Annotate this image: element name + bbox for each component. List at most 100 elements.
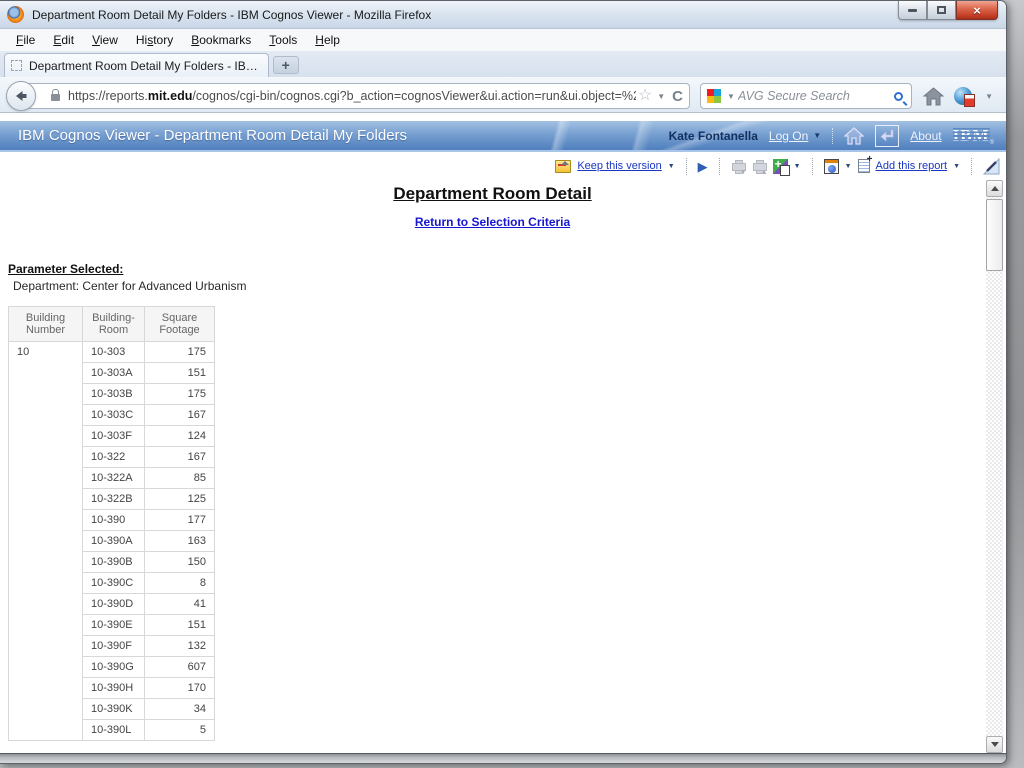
view-format-dropdown-icon[interactable]: ▼ (845, 163, 852, 170)
scroll-up-icon (990, 182, 999, 191)
square-footage-cell: 132 (144, 635, 215, 657)
menu-item-file[interactable]: File (8, 31, 43, 49)
square-footage-cell: 151 (144, 362, 215, 384)
square-footage-cell: 163 (144, 530, 215, 552)
building-room-cell: 10-390A (82, 530, 145, 552)
log-on-link[interactable]: Log On (769, 129, 808, 143)
back-button[interactable] (6, 81, 36, 111)
square-footage-cell: 177 (144, 509, 215, 531)
search-engine-dropdown-icon[interactable]: ▼ (727, 92, 735, 101)
minimize-icon (908, 8, 917, 12)
close-button[interactable]: × (956, 1, 998, 20)
lock-icon (51, 89, 60, 101)
drill-up-icon: ▲ (752, 159, 768, 176)
urlbar-dropdown-icon[interactable]: ▼ (657, 92, 665, 101)
separator (685, 157, 687, 175)
search-icon[interactable] (894, 91, 903, 101)
add-report-dropdown-icon[interactable]: ▼ (953, 163, 960, 170)
insert-content-dropdown-icon[interactable]: ▼ (794, 163, 801, 170)
favicon-placeholder-icon (11, 60, 22, 71)
drill-down-icon: ▼ (731, 159, 747, 176)
separator (718, 157, 720, 175)
keep-version-dropdown-icon[interactable]: ▼ (668, 163, 675, 170)
new-tab-button[interactable]: + (272, 56, 299, 74)
browser-window: Department Room Detail My Folders - IBM … (0, 0, 1007, 764)
avg-logo-icon (707, 89, 721, 103)
window-titlebar: Department Room Detail My Folders - IBM … (0, 1, 1006, 29)
insert-content-icon[interactable] (772, 157, 790, 176)
minimize-button[interactable] (898, 1, 927, 20)
table-header-row: Building Number Building-Room Square Foota… (8, 306, 215, 342)
parameter-value: Department: Center for Advanced Urbanism (13, 279, 247, 293)
building-room-cell: 10-390K (82, 698, 145, 720)
bookmark-star-icon[interactable]: ☆ (638, 88, 652, 104)
navigation-toolbar: https://reports.mit.edu/cognos/cgi-bin/c… (0, 77, 1006, 113)
add-report-icon (857, 154, 873, 173)
building-room-cell: 10-390L (82, 719, 145, 741)
building-room-cell: 10-390 (82, 509, 145, 531)
url-bar[interactable]: https://reports.mit.edu/cognos/cgi-bin/c… (22, 83, 690, 109)
building-number-cell: 10 (8, 341, 83, 741)
tab-label: Department Room Detail My Folders - IB… (29, 58, 258, 73)
reload-icon[interactable]: C (672, 89, 683, 104)
web-converter-icon[interactable] (954, 87, 976, 107)
window-bottom-frame (0, 753, 1006, 763)
building-room-cell: 10-390B (82, 551, 145, 573)
menu-item-view[interactable]: View (84, 31, 126, 49)
back-arrow-icon (16, 91, 27, 101)
keep-this-version-link[interactable]: Keep this version (577, 160, 661, 172)
tab-department-room-detail[interactable]: Department Room Detail My Folders - IB… (4, 53, 269, 77)
square-footage-cell: 41 (144, 593, 215, 615)
separator (832, 127, 834, 144)
cognos-toolbar: Keep this version ▼ ▶ ▼ ▲ ▼ ▼ Add this r… (0, 154, 1006, 178)
window-title: Department Room Detail My Folders - IBM … (32, 7, 432, 22)
square-footage-cell: 170 (144, 677, 215, 699)
parameter-heading: Parameter Selected: (8, 262, 124, 276)
menu-bar: File Edit View History Bookmarks Tools Help (0, 29, 1006, 51)
keep-version-icon (555, 159, 572, 173)
menu-item-edit[interactable]: Edit (45, 31, 82, 49)
menu-item-tools[interactable]: Tools (261, 31, 305, 49)
tab-bar: Department Room Detail My Folders - IB… … (0, 51, 1006, 77)
cognos-home-icon[interactable] (844, 126, 865, 145)
scroll-down-icon (990, 742, 999, 751)
cognos-header-right: Kate Fontanella Log On ▼ About IBM® (669, 121, 994, 150)
table-row: 10 10-303 175 (8, 341, 215, 741)
scrollbar-thumb[interactable] (986, 199, 1003, 271)
home-icon[interactable] (923, 86, 945, 106)
scroll-up-button[interactable] (986, 180, 1003, 197)
return-to-selection-link[interactable]: Return to Selection Criteria (415, 215, 570, 229)
separator (811, 157, 813, 175)
room-detail-table: Building Number Building-Room Square Foota… (8, 306, 215, 741)
cognos-header: IBM Cognos Viewer - Department Room Deta… (0, 121, 1006, 152)
menu-item-bookmarks[interactable]: Bookmarks (183, 31, 259, 49)
building-room-cell: 10-390E (82, 614, 145, 636)
scroll-down-button[interactable] (986, 736, 1003, 753)
menu-item-help[interactable]: Help (307, 31, 348, 49)
run-report-icon[interactable]: ▶ (698, 160, 708, 173)
analysis-icon[interactable] (983, 157, 1000, 175)
search-bar[interactable]: ▼ (700, 83, 912, 109)
report-vertical-scrollbar[interactable] (986, 180, 1003, 753)
square-footage-cell: 124 (144, 425, 215, 447)
column-header: Square Footage (144, 306, 215, 342)
building-room-cell: 10-322 (82, 446, 145, 468)
square-footage-cell: 34 (144, 698, 215, 720)
building-room-cell: 10-390H (82, 677, 145, 699)
return-arrow-icon (880, 129, 894, 142)
maximize-button[interactable] (927, 1, 956, 20)
building-room-cell: 10-322A (82, 467, 145, 489)
view-format-icon[interactable] (823, 158, 839, 174)
search-input[interactable] (737, 89, 894, 103)
about-link[interactable]: About (910, 129, 941, 143)
building-room-cell: 10-390F (82, 635, 145, 657)
log-on-dropdown-icon[interactable]: ▼ (813, 131, 821, 140)
close-icon: × (973, 2, 981, 18)
add-this-report-link[interactable]: Add this report (876, 160, 948, 172)
building-room-cell: 10-390G (82, 656, 145, 678)
separator (971, 157, 972, 175)
square-footage-cell: 5 (144, 719, 215, 741)
toolbar-overflow-dropdown-icon[interactable]: ▼ (985, 92, 993, 101)
menu-item-history[interactable]: History (128, 31, 181, 49)
return-button[interactable] (875, 124, 900, 147)
